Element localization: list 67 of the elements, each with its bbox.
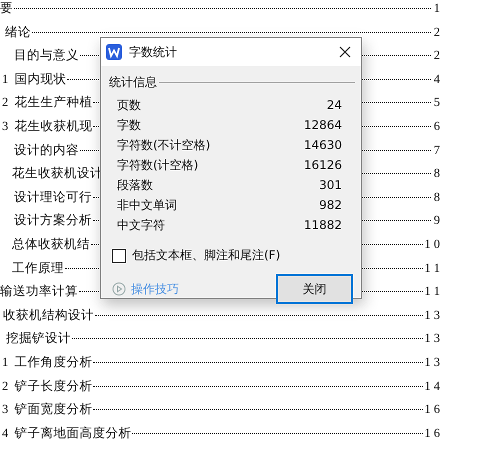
page-number: 5: [432, 94, 440, 110]
toc-entry-title: 挖掘铲设计: [6, 330, 71, 346]
section-number: 3: [2, 401, 8, 418]
page-number: 1 6: [424, 401, 440, 418]
stat-label: 中文字符: [117, 216, 165, 234]
stat-value: 14630: [304, 138, 342, 152]
stat-label: 字符数(计空格): [117, 156, 198, 174]
toc-entry-title: 花生收获机现: [14, 118, 92, 134]
section-number: 2: [2, 94, 8, 110]
page-number: 1 0: [424, 236, 440, 252]
page-number: 1: [432, 0, 440, 16]
play-icon: [112, 282, 126, 296]
section-heading: 统计信息: [109, 74, 157, 91]
page-number: 1 1: [424, 260, 440, 276]
toc-entry-title: 总体收获机结: [12, 236, 90, 252]
page-number: 7: [432, 142, 440, 158]
toc-entry-title: 花生生产种植: [14, 94, 92, 110]
section-number: 3: [2, 118, 8, 134]
toc-entry-title: 目的与意义: [14, 47, 79, 64]
toc-entry-title: 铲子离地面高度分析: [14, 424, 132, 441]
section-number: 1: [2, 70, 8, 87]
page-number: 8: [432, 165, 440, 182]
page-number: 9: [432, 212, 440, 228]
stat-value: 16126: [304, 158, 342, 172]
section-number: 2: [2, 378, 8, 394]
page-number: 2: [432, 47, 440, 64]
stat-value: 12864: [304, 118, 342, 132]
page-number: 1 6: [424, 424, 440, 441]
section-number: 1: [2, 354, 8, 370]
toc-entry-title: 设计的内容: [14, 142, 79, 158]
toc-entry-title: 绪论: [5, 24, 31, 40]
stat-label: 字数: [117, 116, 141, 134]
checkbox-label: 包括文本框、脚注和尾注(F): [132, 247, 280, 264]
toc-entry-title: 设计方案分析: [14, 212, 92, 228]
section-number: 4: [2, 424, 8, 441]
dialog-title: 字数统计: [129, 44, 178, 60]
stat-value: 11882: [304, 218, 342, 232]
stat-label: 字符数(不计空格): [117, 136, 210, 154]
stat-value: 24: [326, 98, 342, 112]
page-number: 8: [432, 188, 440, 205]
toc-entry-title: 国内现状: [14, 70, 66, 87]
app-logo-icon: [106, 44, 122, 60]
checkbox[interactable]: [112, 248, 126, 262]
page-number: 1 4: [424, 378, 440, 394]
toc-entry-title: 工作原理: [12, 260, 64, 276]
stat-value: 301: [319, 178, 342, 192]
page-number: 1 3: [424, 330, 440, 346]
close-button[interactable]: 关闭: [276, 274, 353, 304]
stat-label: 非中文单词: [117, 196, 177, 214]
stat-value: 982: [319, 198, 342, 212]
page-number: 1 3: [424, 354, 440, 370]
toc-entry-title: 铲面宽度分析: [14, 401, 92, 418]
toc-entry-title: 设计理论可行: [14, 188, 92, 205]
toc-entry-title: 铲子长度分析: [14, 378, 92, 394]
toc-entry-title: 要: [0, 0, 13, 16]
stat-label: 段落数: [117, 176, 153, 194]
page-number: 2: [432, 24, 440, 40]
toc-entry-title: 输送功率计算: [0, 283, 78, 300]
page-number: 4: [432, 70, 440, 87]
page-number: 6: [432, 118, 440, 134]
stat-label: 页数: [117, 96, 141, 114]
close-icon[interactable]: [339, 46, 351, 58]
toc-entry-title: 花生收获机设计: [12, 165, 103, 182]
page-number: 1 1: [424, 283, 440, 300]
toc-entry-title: 收获机结构设计: [3, 306, 94, 323]
page-number: 1 3: [424, 306, 440, 323]
toc-entry-title: 工作角度分析: [14, 354, 92, 370]
